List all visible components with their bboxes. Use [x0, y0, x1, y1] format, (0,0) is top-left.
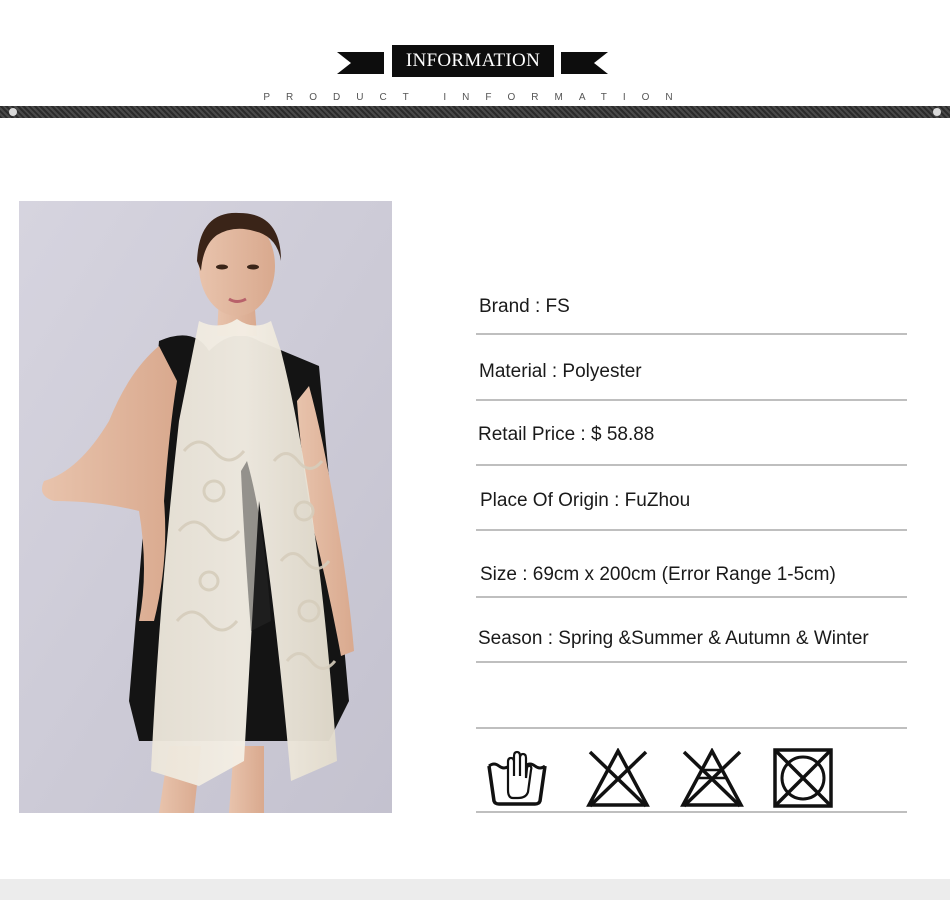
divider-dot-left [9, 108, 17, 116]
model-wearing-scarf-image [19, 201, 392, 813]
origin-text: Place Of Origin : FuZhou [480, 490, 691, 511]
row-divider [476, 464, 907, 466]
brand-text: Brand : FS [479, 296, 570, 317]
material-text: Material : Polyester [479, 361, 642, 382]
section-subtitle: PRODUCT INFORMATION [263, 92, 689, 103]
do-not-bleach-icon [586, 748, 650, 808]
row-divider [476, 596, 907, 598]
header-divider-bar [0, 106, 950, 118]
row-divider [476, 727, 907, 729]
size-text: Size : 69cm x 200cm (Error Range 1-5cm) [480, 564, 836, 585]
season-text: Season : Spring &Summer & Autumn & Winte… [478, 628, 869, 649]
row-divider [476, 333, 907, 335]
product-photo [19, 201, 392, 813]
row-divider [476, 661, 907, 663]
hand-wash-icon [486, 748, 548, 808]
section-title: INFORMATION [392, 45, 554, 77]
row-divider [476, 529, 907, 531]
do-not-tumble-dry-icon [773, 748, 833, 808]
banner-left-flag [337, 52, 384, 74]
retail-price-text: Retail Price : $ 58.88 [478, 424, 655, 445]
information-header: INFORMATION PRODUCT INFORMATION [0, 0, 950, 130]
row-divider [476, 399, 907, 401]
banner-right-flag [561, 52, 608, 74]
divider-dot-right [933, 108, 941, 116]
footer-strip [0, 879, 950, 900]
row-divider [476, 811, 907, 813]
do-not-bleach-crossed-icon [680, 748, 744, 808]
